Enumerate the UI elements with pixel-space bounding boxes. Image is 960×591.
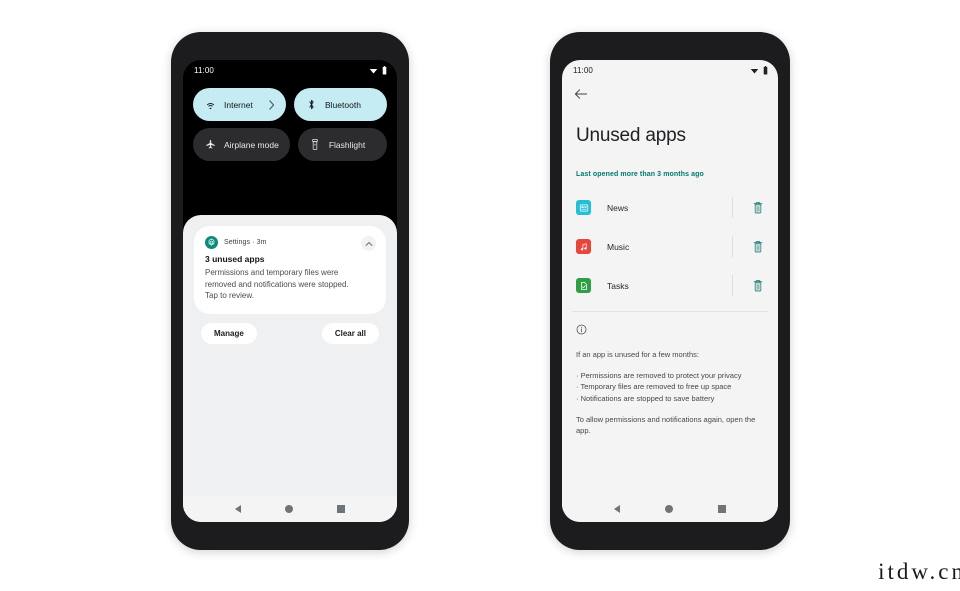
screen-unused-apps: 11:00 Unused apps Last opened more than … xyxy=(562,60,778,522)
quick-settings-row-2: Airplane mode Flashlight xyxy=(193,128,387,161)
section-label-last-opened: Last opened more than 3 months ago xyxy=(576,171,704,178)
info-intro: If an app is unused for a few months: xyxy=(576,350,699,359)
delete-icon[interactable] xyxy=(747,240,769,253)
music-app-icon xyxy=(576,239,591,254)
wifi-icon xyxy=(204,100,216,109)
tile-label: Airplane mode xyxy=(224,139,279,150)
info-bullet: · Permissions are removed to protect you… xyxy=(576,370,742,380)
page-title: Unused apps xyxy=(576,125,686,146)
info-bullet: · Notifications are stopped to save batt… xyxy=(576,393,715,403)
shade-action-row: Manage Clear all xyxy=(183,314,397,344)
tasks-app-icon xyxy=(576,278,591,293)
delete-icon[interactable] xyxy=(747,279,769,292)
flashlight-icon xyxy=(309,139,321,150)
info-footer: To allow permissions and notifications a… xyxy=(576,414,756,436)
status-bar: 11:00 xyxy=(183,60,397,80)
list-item[interactable]: Music xyxy=(562,227,778,266)
home-icon[interactable] xyxy=(285,505,294,513)
wifi-icon xyxy=(369,68,378,73)
bluetooth-icon xyxy=(305,99,317,110)
tile-label: Bluetooth xyxy=(325,99,361,110)
recents-icon[interactable] xyxy=(337,505,345,513)
gear-icon xyxy=(205,236,218,249)
quick-settings-row-1: Internet Bluetooth xyxy=(193,88,387,121)
notification-header: Settings · 3m xyxy=(205,236,375,249)
phone-left: 11:00 Internet Bluetooth Airplane mode F… xyxy=(171,32,409,550)
row-divider xyxy=(732,197,733,218)
navigation-bar xyxy=(562,496,778,522)
app-name: Tasks xyxy=(607,280,629,291)
watermark: itdw.cn xyxy=(878,559,960,584)
tile-flashlight[interactable]: Flashlight xyxy=(297,128,387,161)
airplane-icon xyxy=(204,139,216,150)
app-name: News xyxy=(607,202,629,213)
status-bar-icons xyxy=(369,65,387,75)
tile-label: Internet xyxy=(224,99,253,110)
battery-icon xyxy=(382,65,387,75)
list-item[interactable]: Tasks xyxy=(562,266,778,305)
info-icon xyxy=(576,322,765,340)
status-bar-time: 11:00 xyxy=(573,65,593,75)
wifi-icon xyxy=(750,68,759,73)
notification-card-unused-apps[interactable]: Settings · 3m 3 unused apps Permissions … xyxy=(194,226,386,314)
status-bar: 11:00 xyxy=(562,60,778,80)
row-divider xyxy=(732,236,733,257)
back-button[interactable] xyxy=(562,80,778,105)
back-icon[interactable] xyxy=(614,505,621,513)
status-bar-time: 11:00 xyxy=(194,65,214,75)
tile-internet[interactable]: Internet xyxy=(193,88,286,121)
chevron-right-icon[interactable] xyxy=(268,99,275,110)
chevron-up-icon[interactable] xyxy=(361,236,376,251)
screen-quick-settings: 11:00 Internet Bluetooth Airplane mode F… xyxy=(183,60,397,522)
tile-airplane-mode[interactable]: Airplane mode xyxy=(193,128,290,161)
home-icon[interactable] xyxy=(665,505,674,513)
phone-right: 11:00 Unused apps Last opened more than … xyxy=(550,32,790,550)
list-item[interactable]: News xyxy=(562,188,778,227)
unused-apps-list: News Music Tasks xyxy=(562,188,778,305)
status-bar-icons xyxy=(750,65,768,75)
info-section: If an app is unused for a few months: · … xyxy=(562,312,778,437)
back-icon[interactable] xyxy=(235,505,242,513)
navigation-bar xyxy=(183,496,397,522)
recents-icon[interactable] xyxy=(718,505,726,513)
manage-button[interactable]: Manage xyxy=(201,322,257,344)
battery-icon xyxy=(763,65,768,75)
quick-settings-panel: Internet Bluetooth Airplane mode Flashli… xyxy=(183,80,397,161)
info-bullet: · Temporary files are removed to free up… xyxy=(576,382,732,392)
notification-body: Permissions and temporary files were rem… xyxy=(205,268,349,301)
arrow-left-icon xyxy=(574,89,588,99)
tile-bluetooth[interactable]: Bluetooth xyxy=(294,88,387,121)
app-name: Music xyxy=(607,241,630,252)
notification-app-line: Settings · 3m xyxy=(224,239,267,246)
notification-shade: Settings · 3m 3 unused apps Permissions … xyxy=(183,215,397,522)
news-app-icon xyxy=(576,200,591,215)
tile-label: Flashlight xyxy=(328,139,366,150)
clear-all-button[interactable]: Clear all xyxy=(321,322,379,344)
row-divider xyxy=(732,275,733,296)
notification-title: 3 unused apps xyxy=(205,254,265,264)
delete-icon[interactable] xyxy=(747,201,769,214)
